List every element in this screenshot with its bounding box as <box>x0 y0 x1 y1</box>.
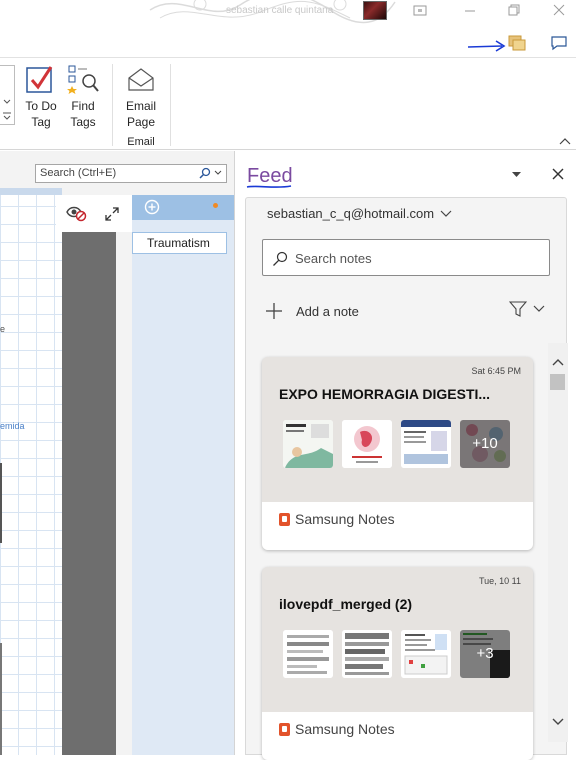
card-date: Sat 6:45 PM <box>471 366 521 376</box>
quick-actions-row <box>0 28 576 58</box>
ribbon-separator <box>170 64 171 146</box>
page-list-pane <box>132 195 234 755</box>
email-label-1: Email <box>125 99 156 113</box>
note-thumbnail[interactable] <box>283 420 333 468</box>
note-thumbnail[interactable] <box>342 420 392 468</box>
scroll-up-icon[interactable] <box>551 357 565 367</box>
filter-icon[interactable] <box>509 301 527 317</box>
account-selector[interactable]: sebastian_c_q@hotmail.com <box>267 206 452 221</box>
samsung-notes-icon <box>279 723 290 736</box>
comment-icon[interactable] <box>550 35 568 51</box>
ribbon: To Do Tag Find Tags Email Page Email <box>0 58 576 150</box>
card-title: EXPO HEMORRAGIA DIGESTI... <box>279 386 491 402</box>
find-tags-icon <box>67 65 99 94</box>
more-count: +10 <box>460 420 510 468</box>
expand-icon[interactable] <box>104 206 120 222</box>
ribbon-separator <box>112 64 113 146</box>
checkbox-icon <box>26 66 53 93</box>
page-list-header <box>132 195 234 220</box>
restore-icon[interactable] <box>506 3 522 17</box>
feed-options-icon[interactable] <box>511 171 522 178</box>
page-canvas[interactable]: e emida <box>0 188 62 755</box>
email-page-button[interactable]: Email Page <box>120 62 162 134</box>
full-screen-icon[interactable] <box>412 3 428 17</box>
card-title: ilovepdf_merged (2) <box>279 596 413 612</box>
notebook-search-input[interactable]: Search (Ctrl+E) <box>35 164 227 183</box>
avatar[interactable] <box>363 1 387 20</box>
search-notes-input[interactable]: Search notes <box>262 239 550 276</box>
card-app-name: Samsung Notes <box>295 721 395 737</box>
note-thumbnail[interactable] <box>283 630 333 678</box>
minimize-icon[interactable] <box>462 3 478 17</box>
note-thumbnail-more[interactable]: +10 <box>460 420 510 468</box>
note-thumbnail-more[interactable]: +3 <box>460 630 510 678</box>
samsung-notes-icon <box>279 513 290 526</box>
search-icon <box>273 251 288 266</box>
user-name[interactable]: sebastian calle quintana <box>226 5 333 16</box>
collapse-ribbon-icon[interactable] <box>558 137 572 146</box>
feed-scrollbar[interactable] <box>548 343 568 742</box>
add-page-icon[interactable] <box>144 199 160 215</box>
page-item-traumatism[interactable]: Traumatism <box>132 232 227 254</box>
hide-authors-icon[interactable] <box>65 204 87 222</box>
scroll-down-icon[interactable] <box>551 717 565 727</box>
card-footer: Samsung Notes <box>262 712 533 760</box>
more-count: +3 <box>460 630 510 678</box>
canvas-header <box>0 188 62 195</box>
ink-arrow-annotation <box>467 40 506 52</box>
gallery-arrows-icon <box>3 99 11 120</box>
note-thumbnail[interactable] <box>401 630 451 678</box>
todo-tag-button[interactable]: To Do Tag <box>22 62 60 134</box>
scrollbar-thumb[interactable] <box>550 374 565 390</box>
search-placeholder: Search (Ctrl+E) <box>40 167 117 179</box>
canvas-text: emida <box>0 421 25 431</box>
email-label-2: Page <box>126 115 156 129</box>
canvas-mark <box>0 463 2 543</box>
title-bar: sebastian calle quintana <box>0 0 576 28</box>
unread-dot <box>213 203 218 208</box>
ink-underline-annotation <box>246 185 292 188</box>
pane-divider <box>62 195 116 755</box>
card-date: Tue, 10 11 <box>478 576 521 586</box>
gallery-scroll[interactable] <box>0 65 15 125</box>
canvas-text: e <box>0 324 6 334</box>
note-thumbnail[interactable] <box>342 630 392 678</box>
feed-icon[interactable] <box>508 35 528 53</box>
note-thumbnail[interactable] <box>401 420 451 468</box>
find-tags-label-2: Tags <box>70 115 96 129</box>
todo-label-1: To Do <box>25 99 57 113</box>
todo-label-2: Tag <box>31 115 51 129</box>
find-tags-button[interactable]: Find Tags <box>64 62 102 134</box>
chevron-down-icon[interactable] <box>214 170 222 176</box>
feed-card[interactable]: Tue, 10 11 ilovepdf_merged (2) +3 Samsun… <box>262 567 533 760</box>
card-footer: Samsung Notes <box>262 502 533 550</box>
search-notes-placeholder: Search notes <box>295 251 372 266</box>
search-icon[interactable] <box>199 167 211 179</box>
feed-card[interactable]: Sat 6:45 PM EXPO HEMORRAGIA DIGESTI... +… <box>262 357 533 550</box>
add-note-button[interactable]: Add a note <box>296 304 359 319</box>
canvas-mark <box>0 643 2 755</box>
find-tags-label-1: Find <box>71 99 95 113</box>
email-group-label: Email <box>127 136 155 148</box>
chevron-down-icon <box>440 210 452 217</box>
envelope-icon <box>128 68 154 91</box>
close-feed-icon[interactable] <box>552 168 564 180</box>
floating-tools <box>56 195 132 232</box>
close-window-icon[interactable] <box>551 3 567 17</box>
account-email: sebastian_c_q@hotmail.com <box>267 206 435 221</box>
chevron-down-icon[interactable] <box>533 305 545 313</box>
card-app-name: Samsung Notes <box>295 511 395 527</box>
plus-icon[interactable] <box>265 302 283 320</box>
